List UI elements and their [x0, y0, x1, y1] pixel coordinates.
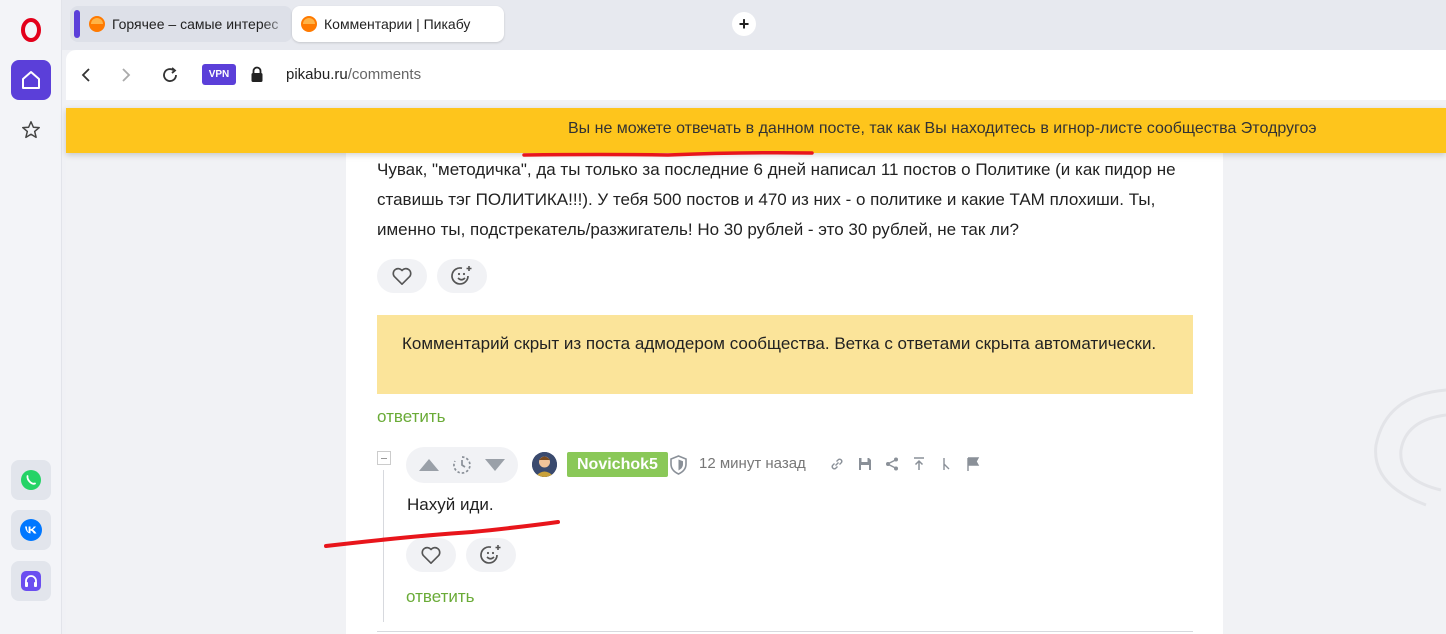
vpn-badge[interactable]: VPN [202, 64, 236, 85]
pikabu-favicon-icon [89, 16, 105, 32]
tab-accent [74, 10, 80, 38]
reply-link[interactable]: ответить [406, 587, 475, 607]
heart-icon [392, 267, 412, 285]
address-bar: VPN pikabu.ru/comments [66, 50, 1446, 100]
comment-divider [377, 631, 1193, 632]
opera-sidebar [0, 0, 62, 634]
forward-button[interactable] [114, 63, 138, 87]
shield-icon [670, 455, 687, 475]
url-path: /comments [347, 66, 422, 83]
tab-comments[interactable]: Комментарии | Пикабу [292, 6, 504, 42]
add-emoji-icon [451, 266, 472, 285]
whatsapp-icon[interactable] [11, 460, 51, 500]
user-avatar-icon [532, 452, 557, 477]
collapse-thread-button[interactable] [377, 451, 391, 465]
upvote-icon[interactable] [418, 458, 440, 472]
forward-arrow-icon [122, 68, 131, 82]
reload-icon [163, 67, 177, 82]
opera-logo-icon[interactable] [11, 10, 51, 50]
hidden-comment-notice: Комментарий скрыт из поста адмодером соо… [377, 315, 1193, 394]
comment-time: 12 минут назад [699, 455, 806, 472]
avatar[interactable] [532, 452, 557, 477]
pikabu-watermark-icon [1374, 388, 1446, 507]
branch-icon[interactable] [938, 456, 954, 472]
reload-button[interactable] [158, 63, 182, 87]
downvote-icon[interactable] [484, 458, 506, 472]
star-icon[interactable] [11, 110, 51, 150]
reply-comment-text: Нахуй иди. [407, 495, 494, 514]
url-field[interactable]: pikabu.ru/comments [286, 66, 421, 83]
link-icon[interactable] [829, 456, 845, 472]
heart-icon [421, 546, 441, 564]
add-emoji-icon [480, 545, 501, 564]
back-arrow-icon [81, 68, 90, 82]
reply-link[interactable]: ответить [377, 407, 446, 427]
reaction-button[interactable] [437, 259, 487, 293]
music-player-icon[interactable] [11, 561, 51, 601]
back-button[interactable] [74, 63, 98, 87]
lock-icon[interactable] [250, 66, 264, 83]
save-icon[interactable] [857, 456, 873, 472]
home-icon[interactable] [11, 60, 51, 100]
ignore-list-banner: Вы не можете отвечать в данном посте, та… [66, 108, 1446, 153]
pikabu-favicon-icon [301, 16, 317, 32]
like-button[interactable] [377, 259, 427, 293]
tab-hot[interactable]: Горячее – самые интерес [70, 6, 292, 42]
new-tab-button[interactable]: + [732, 12, 756, 36]
vk-icon[interactable] [11, 510, 51, 550]
tab-strip: Горячее – самые интерес Комментарии | Пи… [62, 0, 1446, 50]
banner-text: Вы не можете отвечать в данном посте, та… [568, 120, 1317, 137]
vote-controls [406, 447, 518, 483]
username-badge[interactable]: Novichok5 [567, 452, 668, 477]
share-icon[interactable] [884, 456, 900, 472]
tab-title: Комментарии | Пикабу [324, 16, 471, 32]
reaction-button[interactable] [466, 538, 516, 572]
url-host: pikabu.ru [286, 66, 348, 83]
go-to-parent-icon[interactable] [911, 456, 927, 472]
tab-title: Горячее – самые интерес [112, 16, 279, 32]
comment-text: Чувак, "методичка", да ты только за посл… [377, 160, 1176, 239]
like-button[interactable] [406, 538, 456, 572]
rating-hidden-icon[interactable] [452, 455, 472, 475]
report-flag-icon[interactable] [965, 456, 981, 472]
